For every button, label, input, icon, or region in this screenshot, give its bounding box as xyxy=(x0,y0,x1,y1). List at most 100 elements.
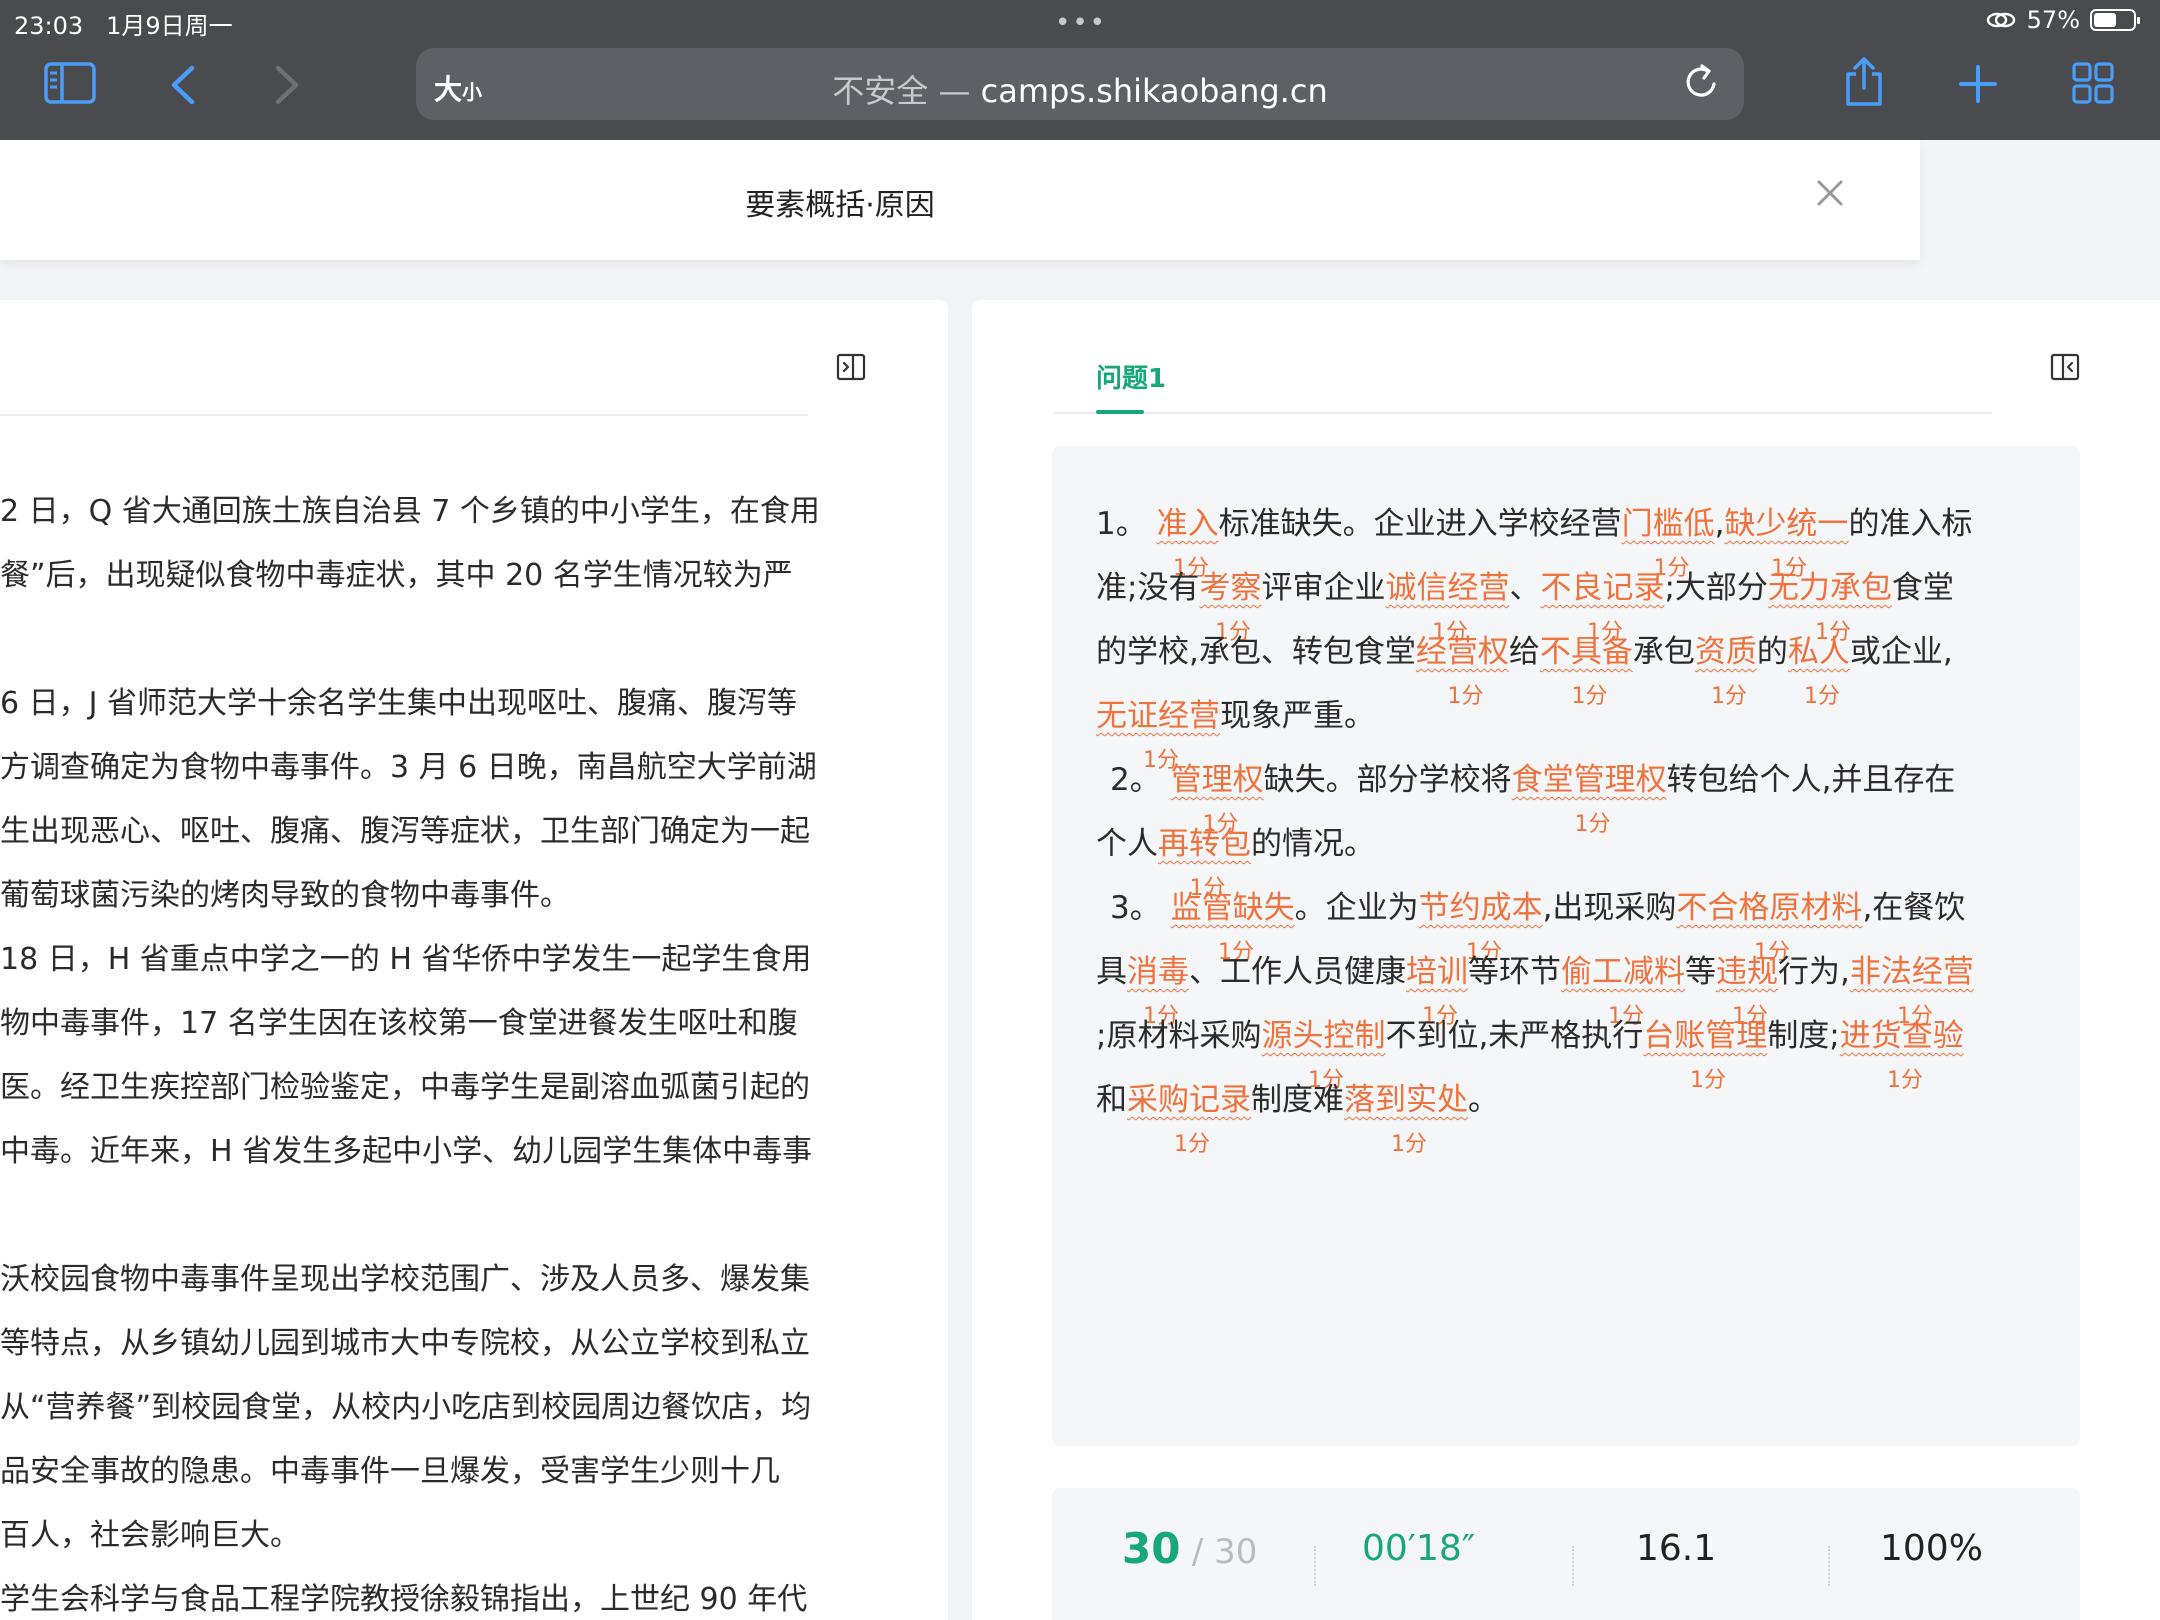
sidebar-icon[interactable] xyxy=(44,62,96,106)
answer-text: 缺失。部分学校将 xyxy=(1263,762,1512,798)
tabs-overview-icon[interactable] xyxy=(2072,62,2114,104)
answer-text: 给 xyxy=(1508,634,1540,670)
material-text: 2 日，Q 省大通回族土族自治县 7 个乡镇的中小学生，在食用 餐”后，出现疑似食… xyxy=(0,480,880,1620)
score-total: / 30 xyxy=(1191,1532,1258,1572)
answer-text: 等环节 xyxy=(1468,954,1561,990)
answer-line: 1。 准入标准缺失。企业进入学校经营门槛低,缺少统一的准入标 xyxy=(1096,504,1972,544)
battery-icon xyxy=(2090,9,2140,31)
forward-icon[interactable] xyxy=(272,64,302,106)
material-line xyxy=(0,608,880,672)
answer-text: 、 xyxy=(1509,570,1541,606)
answer-text: 具 xyxy=(1096,954,1127,990)
score-stat: 30 / 30 xyxy=(1122,1524,1257,1573)
material-panel: 2 日，Q 省大通回族土族自治县 7 个乡镇的中小学生，在食用 餐”后，出现疑似食… xyxy=(0,300,948,1620)
keyword-highlight: 食堂管理权 xyxy=(1511,762,1667,798)
answer-text: 1。 xyxy=(1096,506,1157,542)
new-tab-icon[interactable] xyxy=(1958,64,1998,104)
answer-text: 评审企业 xyxy=(1261,570,1386,606)
keyword-highlight: 缺少统一 xyxy=(1724,506,1849,542)
status-date-text: 1月9日周一 xyxy=(106,12,233,40)
accuracy-value: 100% xyxy=(1880,1528,1983,1569)
expand-panel-icon[interactable] xyxy=(836,352,866,382)
share-icon[interactable] xyxy=(1843,56,1885,108)
answer-text: 和 xyxy=(1096,1082,1127,1118)
tab-active-indicator xyxy=(1096,410,1144,414)
answer-text: ;大部分 xyxy=(1664,570,1768,606)
answer-text: 承包 xyxy=(1632,634,1695,670)
page-title: 要素概括·原因 xyxy=(745,188,935,223)
material-line: 生出现恶心、呕吐、腹痛、腹泻等症状，卫生部门确定为一起 xyxy=(0,814,810,849)
material-line: 葡萄球菌污染的烤肉导致的食物中毒事件。 xyxy=(0,878,570,913)
battery-percent: 57% xyxy=(2026,6,2080,34)
answer-line: 的学校,承包、转包食堂经营权给不具备承包资质的私人或企业, xyxy=(1096,632,1953,672)
material-line: 等特点，从乡镇幼儿园到城市大中专院校，从公立学校到私立 xyxy=(0,1326,810,1361)
answer-text: 、工作人员健康 xyxy=(1189,954,1406,990)
answer-text: ,在餐饮 xyxy=(1862,890,1966,926)
score-mark: 1分 xyxy=(1887,1068,1923,1093)
answer-text: 食堂 xyxy=(1891,570,1954,606)
url-text[interactable]: 不安全 — camps.shikaobang.cn xyxy=(416,66,1744,112)
answer-text: 标准缺失。企业进入学校经营 xyxy=(1218,506,1622,542)
expand-panel-icon[interactable] xyxy=(2050,352,2080,382)
divider xyxy=(0,414,808,416)
keyword-highlight: 管理权 xyxy=(1170,762,1264,798)
answer-text: 的情况。 xyxy=(1251,826,1375,862)
keyword-highlight: 节约成本 xyxy=(1418,890,1543,926)
answer-text: 行为, xyxy=(1778,954,1850,990)
answer-text: 。企业为 xyxy=(1294,890,1419,926)
keyword-highlight: 采购记录 xyxy=(1127,1082,1251,1118)
status-time-text: 23:03 xyxy=(14,12,84,40)
answer-text: 的 xyxy=(1756,634,1788,670)
time-value: 00′18″ xyxy=(1362,1528,1476,1569)
speed-value: 16.1 xyxy=(1636,1528,1717,1569)
answer-panel: 问题1 1。 准入标准缺失。企业进入学校经营门槛低,缺少统一的准入标 1分 1分 1分… xyxy=(972,300,2160,1620)
material-line: 物中毒事件，17 名学生因在该校第一食堂进餐发生呕吐和腹 xyxy=(0,1006,798,1041)
answer-line: 2。 管理权缺失。部分学校将食堂管理权转包给个人,并且存在 xyxy=(1110,760,1955,800)
address-bar[interactable]: 大小 不安全 — camps.shikaobang.cn xyxy=(416,48,1744,120)
keyword-highlight: 无力承包 xyxy=(1767,570,1892,606)
page-header: 要素概括·原因 xyxy=(0,140,1920,260)
score-mark: 1分 xyxy=(1391,1132,1427,1157)
multitasking-dots-icon[interactable]: ••• xyxy=(1055,8,1107,38)
answer-line: 个人再转包的情况。 xyxy=(1096,824,1375,864)
material-line: 方调查确定为食物中毒事件。3 月 6 日晚，南昌航空大学前湖 xyxy=(0,750,817,785)
close-icon[interactable] xyxy=(1815,178,1845,208)
material-line xyxy=(0,1184,880,1248)
keyword-highlight: 准入 xyxy=(1156,506,1219,542)
answer-text: , xyxy=(1714,506,1725,542)
status-right: 57% xyxy=(1985,6,2140,34)
score-mark: 1分 xyxy=(1571,684,1608,709)
answer-text: 制度难 xyxy=(1251,1082,1344,1118)
divider xyxy=(1054,412,1992,414)
material-line: 餐”后，出现疑似食物中毒症状，其中 20 名学生情况较为严 xyxy=(0,558,793,593)
reload-icon[interactable] xyxy=(1680,60,1724,104)
answer-line: 准;没有考察评审企业诚信经营、不良记录;大部分无力承包食堂 xyxy=(1096,568,1954,608)
keyword-highlight: 监管缺失 xyxy=(1170,890,1295,926)
privacy-relay-icon xyxy=(1986,12,2015,28)
answer-text: 的准入标 xyxy=(1848,506,1973,542)
keyword-highlight: 落到实处 xyxy=(1344,1082,1468,1118)
material-line: 2 日，Q 省大通回族土族自治县 7 个乡镇的中小学生，在食用 xyxy=(0,494,820,529)
material-line: 医。经卫生疾控部门检验鉴定，中毒学生是副溶血弧菌引起的 xyxy=(0,1070,810,1105)
tab-question-1[interactable]: 问题1 xyxy=(1096,358,1166,395)
divider xyxy=(1314,1546,1316,1586)
keyword-highlight: 偷工减料 xyxy=(1561,954,1685,990)
score-mark: 1分 xyxy=(1804,684,1840,709)
material-line: 从“营养餐”到校园食堂，从校内小吃店到校园周边餐饮店，均 xyxy=(0,1390,812,1425)
score-mark: 1分 xyxy=(1711,684,1747,709)
answer-line: 和采购记录制度难落到实处。 xyxy=(1096,1080,1499,1120)
answer-text: 的学校,承包、转包食堂 xyxy=(1096,634,1416,670)
answer-text: 或企业, xyxy=(1849,634,1953,670)
keyword-highlight: 资质 xyxy=(1694,634,1757,670)
answer-line: 无证经营现象严重。 xyxy=(1096,696,1375,736)
answer-text: 2。 xyxy=(1110,762,1171,798)
material-line: 沃校园食物中毒事件呈现出学校范围广、涉及人员多、爆发集 xyxy=(0,1262,810,1297)
keyword-highlight: 考察 xyxy=(1199,570,1262,606)
back-icon[interactable] xyxy=(168,64,198,106)
material-line: 百人，社会影响巨大。 xyxy=(0,1518,300,1553)
keyword-highlight: 不良记录 xyxy=(1540,570,1665,606)
battery-level xyxy=(2094,13,2116,27)
material-line: 品安全事故的隐患。中毒事件一旦爆发，受害学生少则十几 xyxy=(0,1454,780,1489)
answer-text: 现象严重。 xyxy=(1220,698,1375,734)
answer-text: 等 xyxy=(1685,954,1716,990)
